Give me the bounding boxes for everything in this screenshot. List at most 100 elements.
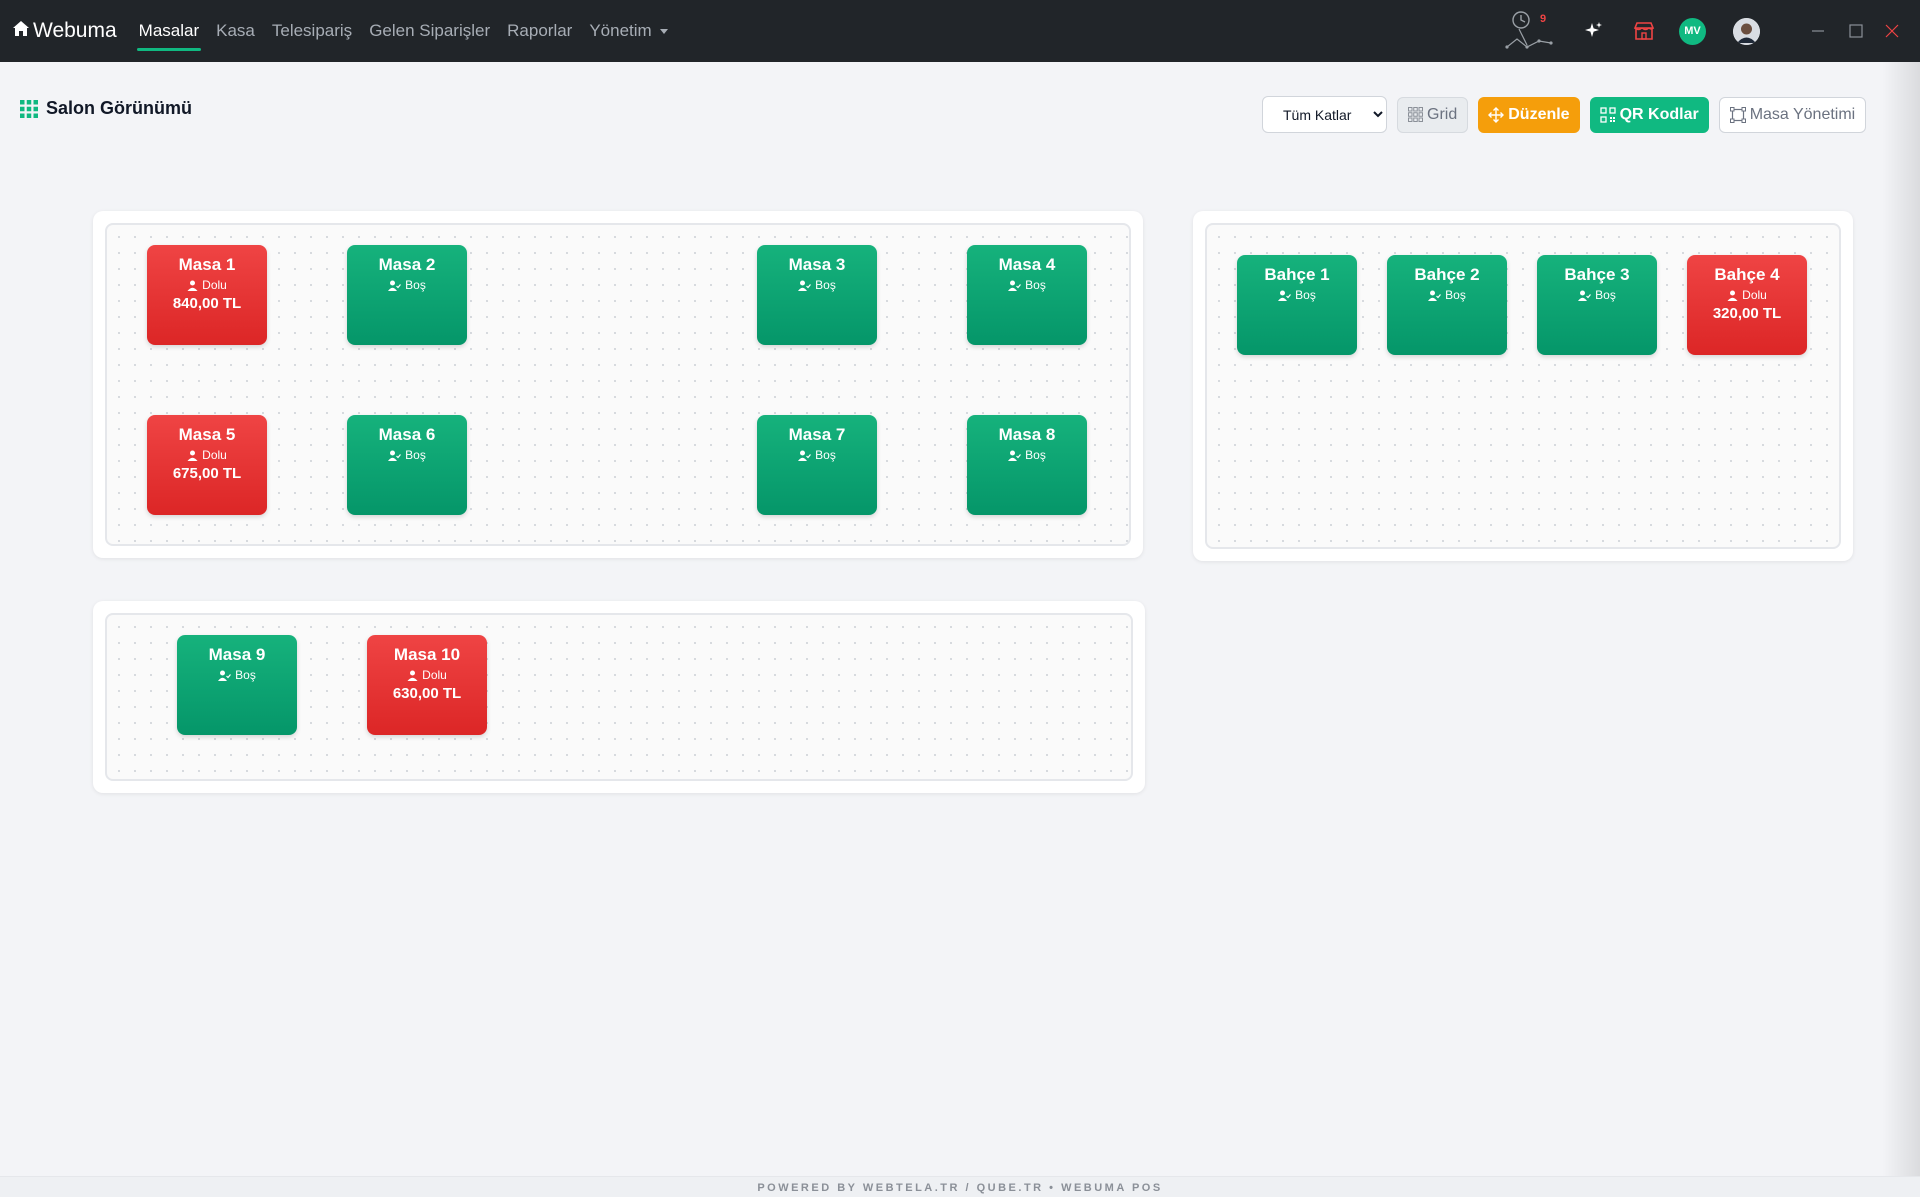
store-button[interactable] bbox=[1633, 21, 1655, 41]
table-name: Masa 7 bbox=[788, 425, 846, 444]
table-name: Masa 9 bbox=[208, 645, 266, 664]
table-status: Boş bbox=[1445, 288, 1466, 302]
table-name: Masa 6 bbox=[378, 425, 436, 444]
table-name: Masa 2 bbox=[378, 255, 436, 274]
person-icon bbox=[1727, 290, 1738, 301]
table-name: Bahçe 3 bbox=[1564, 265, 1630, 284]
minimize-icon bbox=[1812, 30, 1824, 32]
page-title: Salon Görünümü bbox=[46, 98, 192, 118]
edit-layout-label: Düzenle bbox=[1508, 105, 1570, 123]
qr-codes-button[interactable]: QR Kodlar bbox=[1589, 96, 1709, 133]
store-icon bbox=[1633, 22, 1655, 40]
zone-lower: Masa 9 Boş Masa 10 Dolu 630,00 TL bbox=[93, 601, 1145, 793]
nav-item-raporlar[interactable]: Raporlar bbox=[507, 0, 572, 62]
table-name: Bahçe 4 bbox=[1714, 265, 1780, 284]
nav-item-gelen-siparisler[interactable]: Gelen Siparişler bbox=[369, 0, 490, 62]
grid-view-label: Grid bbox=[1427, 105, 1458, 123]
table-status: Boş bbox=[815, 448, 836, 462]
minimize-button[interactable] bbox=[1800, 0, 1836, 62]
person-check-icon bbox=[218, 670, 232, 681]
maximize-icon bbox=[1849, 24, 1863, 38]
table-card[interactable]: Masa 3 Boş bbox=[757, 245, 877, 345]
table-card[interactable]: Bahçe 3 Boş bbox=[1537, 255, 1657, 355]
notification-count-badge: 9 bbox=[1540, 13, 1547, 25]
table-card[interactable]: Masa 7 Boş bbox=[757, 415, 877, 515]
table-name: Bahçe 2 bbox=[1414, 265, 1480, 284]
table-card[interactable]: Masa 5 Dolu 675,00 TL bbox=[147, 415, 267, 515]
home-icon bbox=[12, 19, 33, 43]
person-icon bbox=[187, 450, 198, 461]
table-status: Boş bbox=[1295, 288, 1316, 302]
table-name: Masa 4 bbox=[998, 255, 1056, 274]
profile-avatar[interactable] bbox=[1733, 17, 1760, 45]
top-navbar: Webuma Masalar Kasa Telesipariş Gelen Si… bbox=[0, 0, 1920, 62]
nav-item-masalar[interactable]: Masalar bbox=[136, 0, 202, 62]
table-status: Boş bbox=[1025, 278, 1046, 292]
table-card[interactable]: Bahçe 4 Dolu 320,00 TL bbox=[1687, 255, 1807, 355]
table-status: Dolu bbox=[202, 448, 227, 462]
nav-item-kasa[interactable]: Kasa bbox=[216, 0, 255, 62]
table-name: Masa 1 bbox=[178, 255, 236, 274]
nav-item-yonetim[interactable]: Yönetim bbox=[589, 0, 668, 62]
brand-name: Webuma bbox=[33, 19, 117, 42]
person-check-icon bbox=[1278, 290, 1292, 301]
table-card[interactable]: Masa 10 Dolu 630,00 TL bbox=[367, 635, 487, 735]
table-card[interactable]: Bahçe 1 Boş bbox=[1237, 255, 1357, 355]
table-name: Masa 5 bbox=[178, 425, 236, 444]
table-amount: 320,00 TL bbox=[1712, 305, 1782, 322]
nav-item-telesiparis[interactable]: Telesipariş bbox=[272, 0, 352, 62]
table-status: Boş bbox=[1025, 448, 1046, 462]
table-name: Masa 8 bbox=[998, 425, 1056, 444]
table-card[interactable]: Masa 4 Boş bbox=[967, 245, 1087, 345]
edit-layout-button[interactable]: Düzenle bbox=[1478, 96, 1580, 133]
person-check-icon bbox=[1008, 450, 1022, 461]
user-photo-icon bbox=[1733, 17, 1760, 45]
grid-view-button[interactable]: Grid bbox=[1397, 96, 1469, 133]
footer-credits: POWERED BY WEBTELA.TR / QUBE.TR • WEBUMA… bbox=[0, 1176, 1920, 1197]
nav-item-yonetim-label: Yönetim bbox=[589, 21, 652, 40]
table-card[interactable]: Masa 8 Boş bbox=[967, 415, 1087, 515]
brand-link[interactable]: Webuma bbox=[12, 19, 117, 43]
move-arrows-icon bbox=[1488, 106, 1505, 123]
table-status: Dolu bbox=[422, 668, 447, 682]
sparkle-button[interactable] bbox=[1583, 21, 1603, 41]
zone-bahce: Bahçe 1 Boş Bahçe 2 Boş Bahçe 3 Boş Bahç… bbox=[1193, 211, 1853, 561]
user-initials-avatar[interactable]: MV bbox=[1679, 17, 1706, 45]
maximize-button[interactable] bbox=[1838, 0, 1874, 62]
close-button[interactable] bbox=[1874, 0, 1910, 62]
grid-icon bbox=[1408, 107, 1423, 122]
table-amount: 840,00 TL bbox=[172, 295, 242, 312]
table-card[interactable]: Masa 1 Dolu 840,00 TL bbox=[147, 245, 267, 345]
salon-toolbar: Tüm Katlar Grid Düzenle QR Kodlar Masa Y… bbox=[1262, 96, 1867, 133]
table-card[interactable]: Masa 2 Boş bbox=[347, 245, 467, 345]
person-check-icon bbox=[388, 280, 402, 291]
table-card[interactable]: Bahçe 2 Boş bbox=[1387, 255, 1507, 355]
table-card[interactable]: Masa 9 Boş bbox=[177, 635, 297, 735]
table-status: Boş bbox=[1595, 288, 1616, 302]
table-status: Boş bbox=[405, 278, 426, 292]
grid-view-icon bbox=[20, 99, 38, 118]
bounding-box-icon bbox=[1729, 106, 1746, 123]
main-nav: Masalar Kasa Telesipariş Gelen Siparişle… bbox=[136, 0, 685, 62]
person-check-icon bbox=[798, 450, 812, 461]
table-name: Bahçe 1 bbox=[1264, 265, 1330, 284]
table-status: Dolu bbox=[202, 278, 227, 292]
pending-orders-button[interactable]: 9 bbox=[1505, 9, 1557, 53]
clock-chart-icon bbox=[1505, 11, 1553, 49]
table-card[interactable]: Masa 6 Boş bbox=[347, 415, 467, 515]
floor-select[interactable]: Tüm Katlar bbox=[1262, 96, 1387, 133]
table-status: Boş bbox=[235, 668, 256, 682]
sparkle-icon bbox=[1585, 22, 1602, 37]
edge-shade bbox=[1882, 62, 1920, 1176]
table-status: Boş bbox=[405, 448, 426, 462]
person-check-icon bbox=[388, 450, 402, 461]
person-icon bbox=[187, 280, 198, 291]
person-check-icon bbox=[1578, 290, 1592, 301]
table-amount: 675,00 TL bbox=[172, 465, 242, 482]
table-status: Dolu bbox=[1742, 288, 1767, 302]
person-check-icon bbox=[1428, 290, 1442, 301]
table-amount: 630,00 TL bbox=[392, 685, 462, 702]
table-management-button[interactable]: Masa Yönetimi bbox=[1718, 96, 1867, 133]
person-icon bbox=[407, 670, 418, 681]
qr-codes-label: QR Kodlar bbox=[1619, 105, 1699, 123]
